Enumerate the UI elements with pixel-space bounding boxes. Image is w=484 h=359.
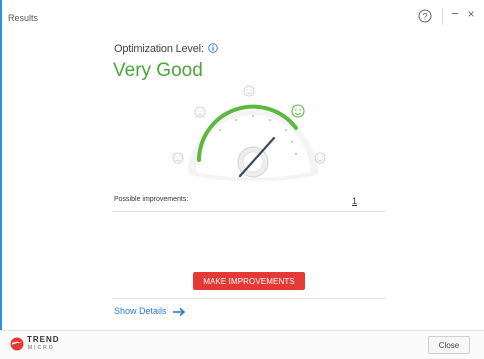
info-icon[interactable] [207,43,218,53]
gauge-tick [269,119,271,121]
optimization-gauge [172,85,326,182]
close-icon[interactable]: × [464,7,478,21]
gauge-tick [295,153,297,155]
possible-improvements-label: Possible improvements: [114,196,189,203]
face-bad-icon [172,152,184,164]
show-details-label: Show Details [114,306,167,316]
show-details-link[interactable]: Show Details [114,306,186,317]
svg-text:?: ? [422,11,427,21]
footer-bar [0,330,484,359]
arrow-right-icon [173,307,186,317]
face-very-good-icon [291,104,305,118]
make-improvements-button[interactable]: MAKE IMPROVEMENTS [193,272,305,290]
trend-micro-logo-icon [10,337,24,351]
section-divider [112,211,386,212]
gauge-tick [252,115,254,117]
window-title: Results [8,13,39,23]
gauge-tick [235,119,237,121]
brand-name: TREND [27,335,60,344]
minimize-icon[interactable]: − [448,7,462,21]
possible-improvements-count[interactable]: 1 [352,196,357,206]
title-bar: Results ? − × [0,0,484,36]
section-divider [112,298,386,299]
face-fair-icon [243,85,255,97]
gauge-tick [291,141,293,143]
titlebar-separator [442,8,443,25]
optimization-level-value: Very Good [113,60,203,81]
gauge-tick [219,129,221,131]
help-icon[interactable]: ? [418,9,432,23]
close-button[interactable]: Close [428,336,470,354]
optimization-level-label: Optimization Level: [114,43,218,55]
window-left-accent-bar [0,0,2,358]
face-poor-icon [194,106,206,118]
brand-subname: MICRO [28,345,55,351]
face-excellent-icon [314,152,326,164]
gauge-tick [285,129,287,131]
